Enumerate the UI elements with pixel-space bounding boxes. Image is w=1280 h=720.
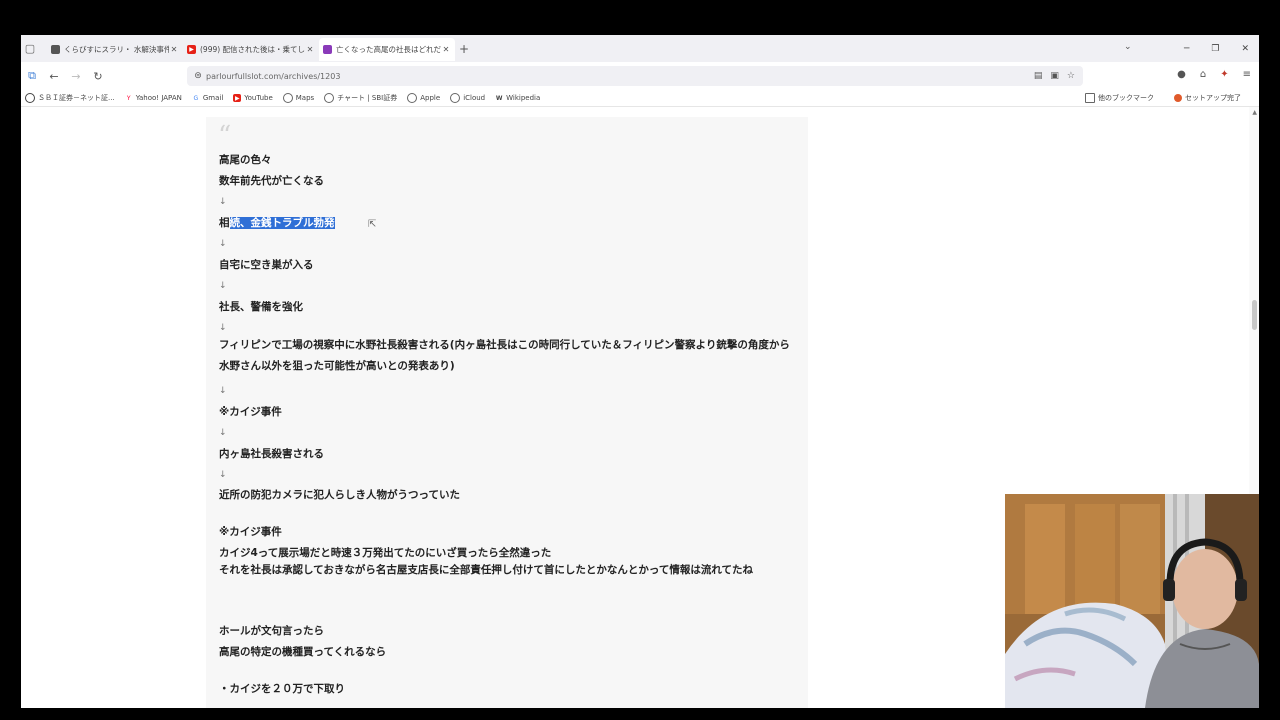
article-line: カイジ4って展示場だと時速３万発出てたのにいざ買ったら全然違った [219, 547, 552, 559]
bookmark-label: ＳＢＩ証券－ネット証... [38, 94, 115, 102]
article-line: 数年前先代が亡くなる [219, 175, 324, 187]
bookmarks-bar: ＳＢＩ証券－ネット証... Y Yahoo! JAPAN G Gmail ▶ Y… [21, 90, 1259, 107]
bookmark-wikipedia[interactable]: W Wikipedia [495, 94, 540, 102]
globe-icon [450, 93, 461, 103]
bookmark-star-icon[interactable]: ☆ [1067, 71, 1075, 81]
bookmark-yahoo[interactable]: Y Yahoo! JAPAN [125, 94, 182, 102]
globe-icon [407, 93, 418, 103]
bookmark-gmail[interactable]: G Gmail [192, 94, 224, 102]
bookmark-label: Gmail [202, 94, 224, 102]
article-line: ※カイジ事件 [219, 526, 282, 538]
tab-2[interactable]: ▶ (999) 配信された後は・乗てしかな ✕ [183, 38, 319, 61]
save-to-pocket-icon[interactable]: ⌂ [1200, 69, 1206, 80]
site-info-icon[interactable]: ⊜ [190, 71, 206, 81]
tab-favicon-icon [323, 45, 332, 54]
tab-3-active[interactable]: 亡くなった高尾の社長はどれだけラ ✕ [319, 38, 455, 61]
article-line: 高尾の色々 [219, 154, 272, 166]
bookmark-apple[interactable]: Apple [407, 93, 440, 103]
bookmark-icloud[interactable]: iCloud [450, 93, 485, 103]
blockquote: “ 高尾の色々 数年前先代が亡くなる ↓ 相続、金銭トラブル勃発 ↓ 自宅に空き… [206, 117, 808, 708]
article-line: 社長、警備を強化 [219, 301, 303, 313]
scroll-up-icon[interactable]: ▲ [1252, 109, 1257, 116]
down-arrow: ↓ [219, 428, 227, 438]
globe-icon [282, 93, 293, 103]
article-line: フィリピンで工場の視察中に水野社長殺害される(内ヶ島社長はこの時同行していた＆フ… [219, 339, 790, 372]
bookmark-label: Apple [420, 94, 441, 102]
bookmark-label: Yahoo! JAPAN [135, 94, 182, 102]
webcam-overlay [1005, 494, 1259, 708]
other-bookmarks[interactable]: 他のブックマーク [1085, 93, 1154, 103]
youtube-icon: ▶ [233, 94, 242, 102]
webcam-image [1005, 494, 1259, 708]
yahoo-icon: Y [126, 94, 131, 102]
down-arrow: ↓ [219, 323, 227, 333]
bookmark-youtube[interactable]: ▶ YouTube [233, 94, 273, 102]
bookmark-chart-sbi[interactable]: チャート | SBI証券 [324, 93, 397, 103]
address-bar[interactable]: ⊜ parlourfullslot.com/archives/1203 ▤ ▣ … [187, 66, 1083, 86]
article-line: 自宅に空き巣が入る [219, 259, 314, 271]
article-line: それを社長は承認しておきながら名古屋支店長に全部責任押し付けて首にしたとかなんと… [219, 564, 754, 576]
bookmark-label: 他のブックマーク [1098, 94, 1154, 102]
text-selection: 続、金銭トラブル勃発 [229, 217, 335, 229]
extension-icon[interactable]: ● [1177, 69, 1186, 80]
down-arrow: ↓ [219, 386, 227, 396]
navigation-bar: ⧉ ← → ↻ ⊜ parlourfullslot.com/archives/1… [21, 62, 1259, 90]
folder-icon [1085, 93, 1095, 103]
google-icon: G [193, 94, 199, 102]
menu-icon[interactable]: ≡ [1243, 69, 1251, 80]
scrollbar-thumb[interactable] [1252, 300, 1257, 330]
back-icon[interactable]: ← [43, 70, 65, 83]
picture-in-picture-icon[interactable]: ▣ [1050, 71, 1059, 81]
bookmark-label: iCloud [463, 94, 486, 102]
bookmark-label: Maps [295, 94, 315, 102]
tab-title: くらびすにスラリ・ 水解決事件く [64, 45, 169, 54]
close-tab-icon[interactable]: ✕ [305, 45, 315, 54]
bookmark-label: セットアップ完了 [1185, 94, 1241, 102]
extensions-puzzle-icon[interactable]: ✦ [1220, 69, 1228, 80]
bookmark-sbi[interactable]: ＳＢＩ証券－ネット証... [25, 93, 115, 103]
down-arrow: ↓ [219, 470, 227, 480]
sidebar-icon[interactable]: ⧉ [21, 69, 43, 83]
setup-complete[interactable]: セットアップ完了 [1174, 93, 1241, 103]
article-line: 高尾の特定の機種買ってくれるなら [219, 646, 387, 658]
list-tabs-chevron-icon[interactable]: ⌄ [1124, 42, 1132, 52]
article-line: ホールが文句言ったら [219, 625, 324, 637]
down-arrow: ↓ [219, 239, 227, 249]
text-unselected: 相 [219, 217, 230, 229]
close-window-icon[interactable]: ✕ [1241, 44, 1249, 54]
down-arrow: ↓ [219, 281, 227, 291]
article-line: 内ヶ島社長殺害される [219, 448, 324, 460]
close-tab-icon[interactable]: ✕ [169, 45, 179, 54]
article-line: ・カイジを２０万で下取り [219, 683, 345, 695]
bookmark-label: Wikipedia [506, 94, 541, 102]
tab-title: (999) 配信された後は・乗てしかな [200, 45, 305, 54]
bookmark-maps[interactable]: Maps [282, 93, 315, 103]
down-arrow: ↓ [219, 197, 227, 207]
article-line: ※カイジ事件 [219, 406, 282, 418]
sbi-icon [25, 93, 35, 103]
forward-icon[interactable]: → [65, 70, 87, 83]
minimize-icon[interactable]: ─ [1184, 44, 1189, 54]
bookmark-label: YouTube [244, 94, 273, 102]
url-text[interactable]: parlourfullslot.com/archives/1203 [206, 72, 340, 81]
article-line: 近所の防犯カメラに犯人らしき人物がうつっていた [219, 489, 460, 501]
reload-icon[interactable]: ↻ [87, 70, 109, 83]
tab-1[interactable]: くらびすにスラリ・ 水解決事件く ✕ [47, 38, 183, 61]
bookmark-label: チャート | SBI証券 [337, 94, 398, 102]
globe-icon [324, 93, 335, 103]
reader-view-icon[interactable]: ▤ [1034, 71, 1043, 81]
tab-bar: ▢ くらびすにスラリ・ 水解決事件く ✕ ▶ (999) 配信された後は・乗てし… [21, 35, 1259, 62]
restore-icon[interactable]: ❐ [1211, 44, 1219, 54]
sidebar-toggle-icon[interactable]: ▢ [23, 42, 37, 56]
firefox-icon [1174, 94, 1182, 102]
close-tab-icon[interactable]: ✕ [441, 45, 451, 54]
wikipedia-icon: W [495, 94, 503, 102]
article-line-selected[interactable]: 相続、金銭トラブル勃発 [219, 216, 335, 230]
tab-title: 亡くなった高尾の社長はどれだけラ [336, 45, 441, 54]
mouse-cursor-icon: ⇱ [368, 219, 377, 230]
new-tab-icon[interactable]: + [455, 42, 473, 56]
quote-icon: “ [218, 121, 232, 151]
youtube-icon: ▶ [187, 45, 196, 54]
tab-favicon-icon [51, 45, 60, 54]
